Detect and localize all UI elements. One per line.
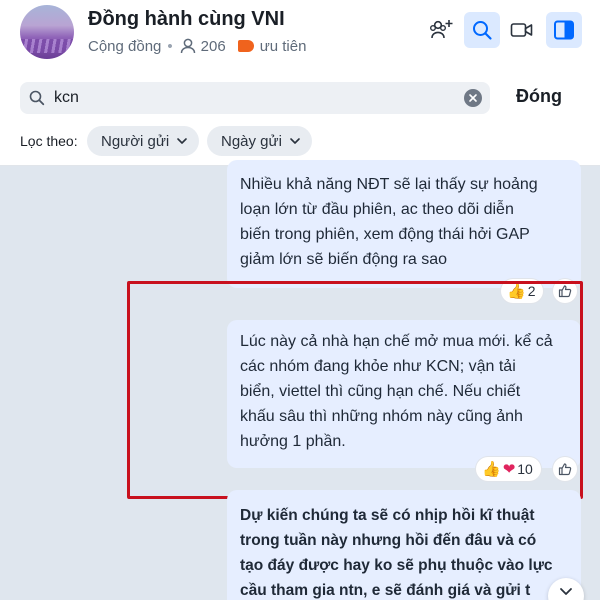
filter-sender-label: Người gửi	[101, 132, 170, 150]
message-line: tạo đáy được hay ko sẽ phụ thuộc vào lực	[240, 557, 553, 574]
side-panel-icon	[554, 20, 574, 40]
search-icon	[473, 21, 492, 40]
chevron-down-icon	[177, 138, 188, 144]
search-bar-row: Đóng	[0, 68, 600, 122]
community-label: Cộng đồng	[88, 37, 162, 55]
message-bubble[interactable]: Dự kiến chúng ta sẽ có nhịp hồi kĩ thuật…	[227, 490, 581, 600]
chevron-down-icon	[290, 138, 300, 144]
close-icon	[469, 94, 477, 102]
search-input[interactable]	[54, 85, 454, 111]
message-line: trong tuần này nhưng hồi đến đâu và có	[240, 532, 537, 549]
filter-date-dropdown[interactable]: Ngày gửi	[207, 126, 312, 156]
group-title[interactable]: Đồng hành cùng VNI	[88, 8, 285, 31]
message-line: giảm lớn sẽ biến động ra sao	[240, 251, 448, 268]
group-avatar[interactable]	[20, 5, 74, 59]
separator-dot: •	[167, 37, 173, 55]
chevron-down-icon	[560, 588, 572, 595]
highlight-box	[127, 281, 583, 499]
chat-header: Đồng hành cùng VNI Cộng đồng • 206 ưu ti…	[0, 0, 600, 68]
message-bubble[interactable]: Nhiều khả năng NĐT sẽ lại thấy sự hoảng …	[227, 160, 581, 288]
priority-tag-icon	[237, 40, 254, 52]
video-camera-icon	[510, 23, 533, 37]
clear-search-button[interactable]	[464, 89, 482, 107]
video-call-button[interactable]	[504, 12, 540, 48]
close-search-button[interactable]: Đóng	[516, 86, 562, 107]
conversation-info-button[interactable]	[546, 12, 582, 48]
filter-date-label: Ngày gửi	[221, 132, 282, 150]
filter-label: Lọc theo:	[20, 133, 78, 149]
message-line: cầu tham gia ntn, e sẽ đánh giá và gửi t	[240, 582, 531, 599]
group-meta: Cộng đồng • 206 ưu tiên	[88, 37, 306, 55]
member-icon	[180, 38, 195, 54]
priority-label: ưu tiên	[259, 37, 307, 55]
message-line: Nhiều khả năng NĐT sẽ lại thấy sự hoảng	[240, 176, 538, 193]
message-line: loạn lớn từ đầu phiên, ac theo dõi diễn	[240, 201, 514, 218]
group-add-icon	[430, 20, 453, 39]
search-button[interactable]	[464, 12, 500, 48]
member-count[interactable]: 206	[201, 38, 226, 55]
add-member-button[interactable]	[424, 12, 460, 48]
filter-sender-dropdown[interactable]: Người gửi	[87, 126, 200, 156]
message-line: Dự kiến chúng ta sẽ có nhịp hồi kĩ thuật	[240, 507, 535, 524]
message-line: biến trong phiên, xem động thái hởi GAP	[240, 226, 530, 243]
search-icon	[29, 90, 45, 106]
message-search-box	[20, 82, 490, 114]
